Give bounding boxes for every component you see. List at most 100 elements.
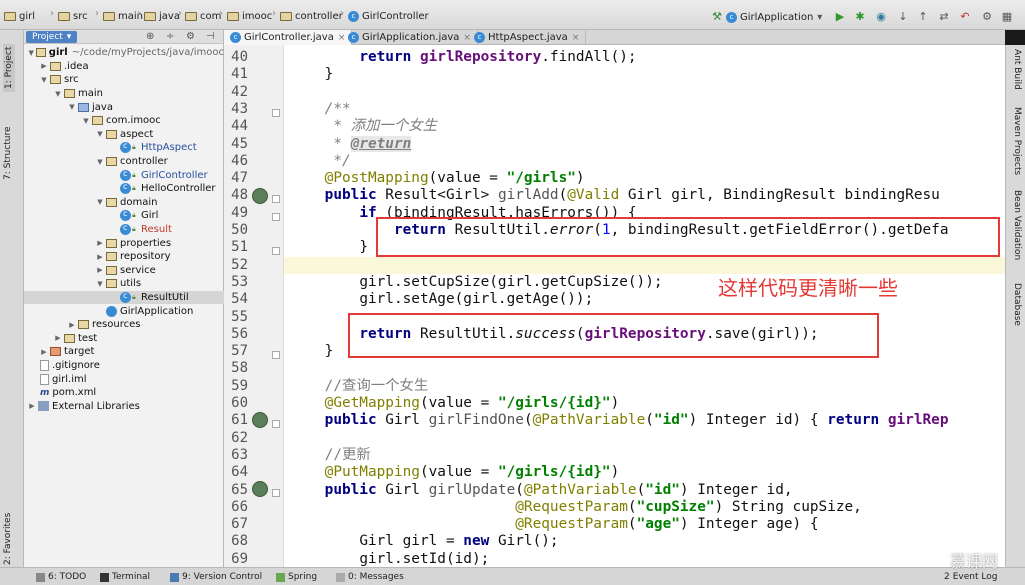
tree-item-girl-class[interactable]: 🔒︎ Girl: [24, 209, 224, 223]
code-text: Girl();: [489, 533, 559, 550]
tool-tab-terminal[interactable]: Terminal: [100, 570, 150, 584]
tool-tab-structure[interactable]: 7: Structure: [3, 127, 13, 181]
tool-tab-spring[interactable]: Spring: [276, 570, 317, 584]
breadcrumb-controller[interactable]: controller: [280, 8, 343, 24]
fold-marker-icon[interactable]: [272, 489, 280, 497]
tree-item-girl[interactable]: ▼ girl ~/code/myProjects/java/imooc: [24, 46, 224, 60]
tree-item-aspect[interactable]: ▼ aspect: [24, 128, 224, 142]
tab-girlcontroller[interactable]: c GirlController.java ×: [224, 30, 353, 45]
tool-tab-messages[interactable]: 0: Messages: [336, 570, 404, 584]
package-icon: [106, 265, 117, 275]
code-text: (value =: [419, 395, 498, 411]
code-text: ) Integer age) {: [679, 516, 819, 533]
tool-tab-event-log[interactable]: 2 Event Log: [944, 570, 997, 584]
tree-item-java[interactable]: ▼ java: [24, 100, 224, 114]
revert-icon[interactable]: ↶: [958, 10, 972, 23]
project-structure-icon[interactable]: ▦: [1000, 10, 1014, 23]
messages-icon: [336, 572, 345, 582]
lock-icon: 🔒︎: [132, 170, 136, 179]
fold-marker-icon[interactable]: [272, 351, 280, 359]
tool-tab-todo[interactable]: 6: TODO: [36, 570, 86, 584]
tree-item-com-imooc[interactable]: ▼ com.imooc: [24, 114, 224, 128]
package-icon: [92, 116, 103, 126]
tree-item-girlapplication[interactable]: GirlApplication: [24, 304, 224, 318]
code-line: public Girl girlFindOne(@PathVariable("i…: [290, 412, 949, 429]
tree-item-resources[interactable]: ▶ resources: [24, 318, 224, 332]
tool-tab-label: 6: TODO: [48, 572, 87, 582]
breadcrumb-java[interactable]: java: [144, 8, 180, 24]
tool-tab-bean-validation[interactable]: Bean Validation: [1012, 190, 1022, 260]
string-literal: "/girls/{id}": [497, 464, 611, 481]
navigation-bar: girl › src › main › java › com › imooc ›…: [0, 0, 1025, 30]
run-configuration-select[interactable]: c GirlApplication ▾: [726, 10, 826, 24]
code-text: (value =: [428, 170, 507, 187]
tab-girlapplication[interactable]: c GirlApplication.java ×: [342, 30, 478, 45]
tool-tab-ant-build[interactable]: Ant Build: [1012, 49, 1022, 90]
settings-icon[interactable]: ⚙: [186, 31, 195, 42]
settings-icon[interactable]: ⚙: [980, 10, 994, 23]
fold-marker-icon[interactable]: [272, 420, 280, 428]
line-number: 47: [231, 170, 248, 187]
tree-item-idea[interactable]: ▶ .idea: [24, 60, 224, 74]
tree-item-repository[interactable]: ▶ repository: [24, 250, 224, 264]
run-icon[interactable]: ▶: [833, 10, 847, 23]
breadcrumb-girlcontroller[interactable]: c GirlController: [348, 8, 429, 24]
vcs-compare-icon[interactable]: ⇄: [937, 10, 951, 23]
tool-tab-database[interactable]: Database: [1012, 283, 1022, 326]
breadcrumb-imooc[interactable]: imooc: [227, 8, 272, 24]
close-icon[interactable]: ×: [572, 33, 580, 43]
code-line: return ResultUtil.success(girlRepository…: [290, 326, 818, 343]
tree-item-test[interactable]: ▶ test: [24, 332, 224, 346]
fold-marker-icon[interactable]: [272, 195, 280, 203]
spring-mapping-icon[interactable]: [252, 412, 268, 428]
code-text: (: [627, 516, 637, 533]
fold-marker-icon[interactable]: [272, 109, 280, 117]
tool-tab-project[interactable]: 1: Project: [3, 43, 15, 92]
tree-item-domain[interactable]: ▼ domain: [24, 196, 224, 210]
tree-item-gitignore[interactable]: .gitignore: [24, 359, 224, 373]
spring-mapping-icon[interactable]: [252, 188, 268, 204]
tree-item-girl-iml[interactable]: girl.iml: [24, 372, 224, 386]
tree-item-main[interactable]: ▼ main: [24, 87, 224, 101]
breadcrumb-com[interactable]: com: [185, 8, 221, 24]
debug-icon[interactable]: ✱: [853, 10, 867, 23]
bottom-tool-bar: 6: TODO Terminal 9: Version Control Spri…: [0, 567, 1025, 585]
fold-marker-icon[interactable]: [272, 213, 280, 221]
tree-item-girlcontroller[interactable]: 🔒︎ GirlController: [24, 168, 224, 182]
tree-item-httpaspect[interactable]: 🔒︎ HttpAspect: [24, 141, 224, 155]
tab-httpaspect[interactable]: c HttpAspect.java ×: [468, 30, 587, 45]
tree-item-target[interactable]: ▶ target: [24, 345, 224, 359]
tree-item-properties[interactable]: ▶ properties: [24, 236, 224, 250]
line-number: 48: [231, 187, 248, 204]
tree-item-resultutil[interactable]: 🔒︎ ResultUtil: [24, 290, 224, 305]
build-icon[interactable]: ⚒: [710, 10, 724, 23]
tool-tab-maven-projects[interactable]: Maven Projects: [1012, 107, 1022, 175]
coverage-icon[interactable]: ◉: [874, 10, 888, 23]
collapse-icon[interactable]: ÷: [166, 31, 174, 42]
line-number: 69: [231, 550, 248, 567]
chevron-right-icon: ›: [95, 8, 99, 19]
tree-item-hellocontroller[interactable]: 🔒︎ HelloController: [24, 182, 224, 196]
code-line: //查询一个女生: [290, 378, 429, 395]
tool-tab-version-control[interactable]: 9: Version Control: [170, 570, 262, 584]
spring-mapping-icon[interactable]: [252, 481, 268, 497]
sync-icon[interactable]: ⊕: [146, 31, 154, 42]
vcs-commit-icon[interactable]: ↑: [916, 10, 930, 23]
hide-icon[interactable]: ⊣: [206, 31, 215, 42]
code-text: (: [515, 481, 524, 498]
tree-item-pom[interactable]: m pom.xml: [24, 386, 224, 400]
tree-item-service[interactable]: ▶ service: [24, 264, 224, 278]
code-editor[interactable]: 40 41 42 43 44 45 46 47 48 49 50 51 52 5…: [224, 45, 1005, 567]
tree-item-utils[interactable]: ▼ utils: [24, 277, 224, 291]
breadcrumb-girl[interactable]: girl: [4, 8, 35, 24]
code-text: ): [610, 464, 620, 481]
tree-item-external-libraries[interactable]: ▶ External Libraries: [24, 400, 224, 414]
tool-tab-favorites[interactable]: 2: Favorites: [3, 513, 13, 565]
vcs-update-icon[interactable]: ↓: [896, 10, 910, 23]
project-view-selector[interactable]: Project ▾: [26, 30, 78, 43]
fold-marker-icon[interactable]: [272, 247, 280, 255]
breadcrumb-src[interactable]: src: [58, 8, 88, 24]
tree-item-src[interactable]: ▼ src: [24, 73, 224, 87]
tree-item-result[interactable]: 🔒︎ Result: [24, 223, 224, 237]
tree-item-controller[interactable]: ▼ controller: [24, 155, 224, 169]
